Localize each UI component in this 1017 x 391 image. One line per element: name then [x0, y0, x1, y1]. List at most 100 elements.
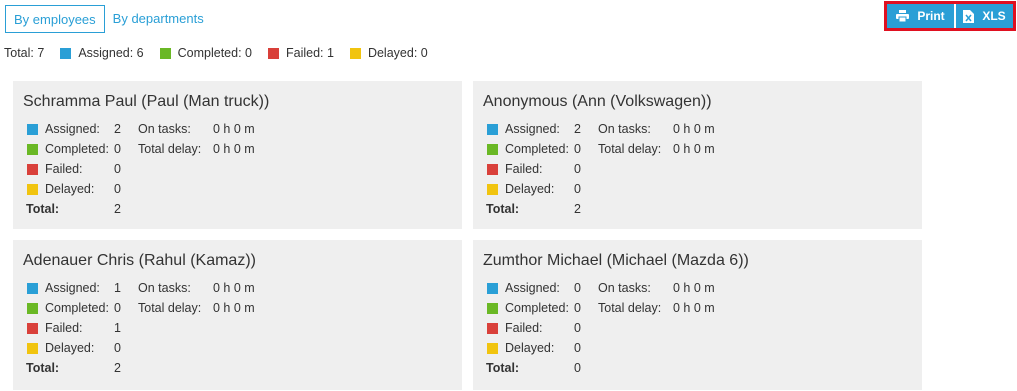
- total-value: 2: [574, 202, 581, 216]
- tab-by-employees[interactable]: By employees: [5, 5, 105, 33]
- total-delay-label: Total delay:: [598, 142, 662, 156]
- excel-file-icon: [963, 9, 975, 23]
- completed-label: Completed:: [505, 301, 569, 315]
- failed-label: Failed:: [505, 321, 543, 335]
- completed-color-square: [487, 143, 498, 155]
- summary-completed-text: Completed: 0: [177, 46, 252, 60]
- summary-assigned-text: Assigned: 6: [78, 46, 144, 60]
- total-delay-value: 0 h 0 m: [213, 301, 255, 315]
- assigned-color-square: [487, 282, 498, 294]
- employee-name: Anonymous (Ann (Volkswagen)): [483, 93, 712, 110]
- summary-failed-text: Failed: 1: [286, 46, 334, 60]
- employee-name: Schramma Paul (Paul (Man truck)): [23, 93, 270, 110]
- view-tabs: By employees By departments: [5, 5, 212, 33]
- print-button-label: Print: [917, 9, 945, 23]
- failed-value: 0: [574, 321, 581, 335]
- employee-card: Zumthor Michael (Michael (Mazda 6)) Assi…: [473, 240, 922, 390]
- employee-card: Schramma Paul (Paul (Man truck)) Assigne…: [13, 81, 462, 229]
- print-button[interactable]: Print: [887, 4, 954, 28]
- summary-assigned: Assigned: 6: [60, 46, 144, 60]
- delayed-color-square: [27, 342, 38, 354]
- total-delay-label: Total delay:: [598, 301, 662, 315]
- assigned-label: Assigned:: [45, 122, 100, 136]
- delayed-color-square: [487, 342, 498, 354]
- completed-label: Completed:: [45, 301, 109, 315]
- on-tasks-label: On tasks:: [138, 281, 191, 295]
- total-label: Total:: [486, 361, 520, 375]
- total-label: Total:: [26, 361, 60, 375]
- total-delay-label: Total delay:: [138, 142, 202, 156]
- export-actions-highlight: Print XLS: [884, 1, 1016, 31]
- failed-value: 0: [574, 162, 581, 176]
- printer-icon: [896, 10, 910, 22]
- failed-value: 1: [114, 321, 121, 335]
- delayed-value: 0: [574, 182, 581, 196]
- assigned-color-square: [27, 282, 38, 294]
- total-value: 2: [114, 202, 121, 216]
- total-label: Total:: [26, 202, 60, 216]
- total-delay-value: 0 h 0 m: [673, 301, 715, 315]
- delayed-label: Delayed:: [45, 182, 95, 196]
- failed-value: 0: [114, 162, 121, 176]
- completed-label: Completed:: [45, 142, 109, 156]
- failed-color-square: [487, 163, 498, 175]
- failed-color-square: [27, 163, 38, 175]
- summary-completed: Completed: 0: [159, 46, 252, 60]
- failed-label: Failed:: [45, 321, 83, 335]
- xls-button-label: XLS: [982, 9, 1006, 23]
- on-tasks-value: 0 h 0 m: [213, 122, 255, 136]
- assigned-label: Assigned:: [505, 122, 560, 136]
- summary-delayed-text: Delayed: 0: [367, 46, 428, 60]
- delayed-value: 0: [114, 182, 121, 196]
- total-label: Total:: [486, 202, 520, 216]
- completed-value: 0: [114, 142, 121, 156]
- assigned-label: Assigned:: [505, 281, 560, 295]
- on-tasks-value: 0 h 0 m: [213, 281, 255, 295]
- on-tasks-value: 0 h 0 m: [673, 281, 715, 295]
- summary-failed: Failed: 1: [268, 46, 334, 60]
- xls-button[interactable]: XLS: [956, 4, 1013, 28]
- delayed-label: Delayed:: [505, 182, 555, 196]
- delayed-value: 0: [574, 341, 581, 355]
- total-delay-value: 0 h 0 m: [673, 142, 715, 156]
- on-tasks-label: On tasks:: [598, 281, 651, 295]
- completed-value: 0: [114, 301, 121, 315]
- failed-color-square: [268, 47, 279, 59]
- failed-color-square: [487, 322, 498, 334]
- employee-card: Anonymous (Ann (Volkswagen)) Assigned: 2 O…: [473, 81, 922, 229]
- on-tasks-label: On tasks:: [138, 122, 191, 136]
- completed-color-square: [487, 302, 498, 314]
- failed-label: Failed:: [45, 162, 83, 176]
- on-tasks-label: On tasks:: [598, 122, 651, 136]
- summary-delayed: Delayed: 0: [349, 46, 428, 60]
- on-tasks-value: 0 h 0 m: [673, 122, 715, 136]
- summary-bar: Total: 7 Assigned: 6 Completed: 0 Failed…: [4, 46, 444, 60]
- employee-name: Zumthor Michael (Michael (Mazda 6)): [483, 252, 749, 269]
- failed-label: Failed:: [505, 162, 543, 176]
- assigned-value: 0: [574, 281, 581, 295]
- completed-color-square: [159, 47, 171, 59]
- delayed-color-square: [349, 47, 361, 59]
- failed-color-square: [27, 322, 38, 334]
- assigned-color-square: [27, 123, 38, 135]
- completed-value: 0: [574, 142, 581, 156]
- assigned-value: 2: [574, 122, 581, 136]
- assigned-label: Assigned:: [45, 281, 100, 295]
- total-delay-value: 0 h 0 m: [213, 142, 255, 156]
- summary-total-text: Total: 7: [4, 46, 45, 60]
- assigned-color-square: [487, 123, 498, 135]
- tab-by-departments[interactable]: By departments: [105, 5, 212, 33]
- employee-name: Adenauer Chris (Rahul (Kamaz)): [23, 252, 256, 269]
- summary-total: Total: 7: [4, 46, 44, 60]
- assigned-color-square: [60, 47, 72, 59]
- delayed-label: Delayed:: [505, 341, 555, 355]
- delayed-label: Delayed:: [45, 341, 95, 355]
- completed-color-square: [27, 302, 38, 314]
- assigned-value: 2: [114, 122, 121, 136]
- delayed-color-square: [487, 183, 498, 195]
- completed-label: Completed:: [505, 142, 569, 156]
- total-value: 0: [574, 361, 581, 375]
- completed-value: 0: [574, 301, 581, 315]
- employee-card: Adenauer Chris (Rahul (Kamaz)) Assigned:…: [13, 240, 462, 390]
- total-delay-label: Total delay:: [138, 301, 202, 315]
